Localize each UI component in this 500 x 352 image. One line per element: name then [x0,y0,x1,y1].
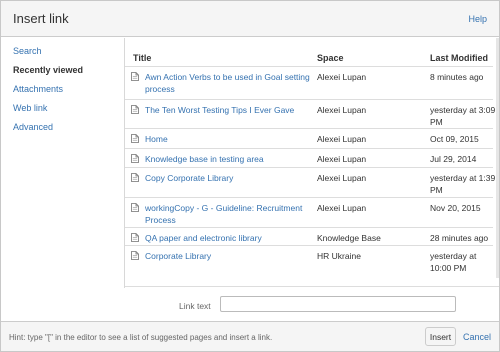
page-icon [131,134,139,143]
link-text-label: Link text [179,301,211,311]
table-row[interactable]: Corporate Library HR Ukraine yesterday at … [125,245,493,280]
row-last-modified: yesterday at 3:09 PM [430,105,496,127]
table-row[interactable]: Knowledge base in testing area Alexei Lup… [125,148,493,167]
row-space: Alexei Lupan [317,154,367,164]
column-header-title: Title [133,53,152,63]
page-icon [131,233,139,242]
page-icon [131,105,139,114]
row-title-link[interactable]: Awn Action Verbs to be used in Goal sett… [145,71,313,95]
insert-button[interactable]: Insert [425,327,456,346]
page-icon [131,203,139,212]
sidebar-item-advanced[interactable]: Advanced [13,122,53,132]
row-title-link[interactable]: Home [145,133,313,145]
column-header-space: Space [317,53,344,63]
dialog-footer: Hint: type "[" in the editor to see a li… [1,321,499,351]
page-icon [131,154,139,163]
results-panel: Title Space Last Modified Awn Action Ver… [124,38,499,312]
link-text-input[interactable] [220,296,456,312]
table-row[interactable]: Home Alexei Lupan Oct 09, 2015 [125,128,493,148]
dialog-title: Insert link [13,11,69,26]
row-space: Knowledge Base [317,233,381,243]
sidebar-item-search[interactable]: Search [13,46,42,56]
row-title-link[interactable]: The Ten Worst Testing Tips I Ever Gave [145,104,313,116]
row-space: Alexei Lupan [317,173,367,183]
table-row[interactable]: Copy Corporate Library Alexei Lupan yester… [125,167,496,197]
scrollbar[interactable] [496,38,499,278]
row-title-link[interactable]: workingCopy - G - Guideline: Recruitment… [145,202,313,226]
hint-text: Hint: type "[" in the editor to see a li… [9,333,273,342]
row-space: HR Ukraine [317,251,361,261]
help-link[interactable]: Help [468,14,487,24]
link-text-row: Link text [125,286,499,324]
table-row[interactable]: workingCopy - G - Guideline: Recruitment… [125,197,493,227]
table-row[interactable]: Awn Action Verbs to be used in Goal sett… [125,66,493,99]
dialog-header: Insert link Help [1,1,499,37]
row-last-modified: Nov 20, 2015 [430,203,481,213]
table-row[interactable]: The Ten Worst Testing Tips I Ever Gave Al… [125,99,496,128]
row-last-modified: yesterday at 1:39 PM [430,173,496,195]
column-header-last-modified: Last Modified [430,53,488,63]
row-space: Alexei Lupan [317,134,367,144]
sidebar-item-web-link[interactable]: Web link [13,103,47,113]
row-space: Alexei Lupan [317,203,367,213]
sidebar-nav: Search Recently viewed Attachments Web l… [1,38,124,288]
row-last-modified: Jul 29, 2014 [430,154,477,164]
row-title-link[interactable]: QA paper and electronic library [145,232,313,244]
row-title-link[interactable]: Knowledge base in testing area [145,153,313,165]
row-space: Alexei Lupan [317,105,367,115]
cancel-link[interactable]: Cancel [463,332,491,342]
page-icon [131,173,139,182]
insert-link-dialog: Insert link Help Search Recently viewed … [0,0,500,352]
row-last-modified: yesterday at 10:00 PM [430,251,477,273]
page-icon [131,251,139,260]
row-title-link[interactable]: Corporate Library [145,250,313,262]
row-last-modified: 8 minutes ago [430,72,484,82]
row-last-modified: Oct 09, 2015 [430,134,479,144]
sidebar-item-attachments[interactable]: Attachments [13,84,63,94]
row-last-modified: 28 minutes ago [430,233,489,243]
page-icon [131,72,139,81]
table-row[interactable]: QA paper and electronic library Knowledge… [125,227,493,245]
row-space: Alexei Lupan [317,72,367,82]
sidebar-item-recently-viewed[interactable]: Recently viewed [13,65,83,75]
row-title-link[interactable]: Copy Corporate Library [145,172,313,184]
